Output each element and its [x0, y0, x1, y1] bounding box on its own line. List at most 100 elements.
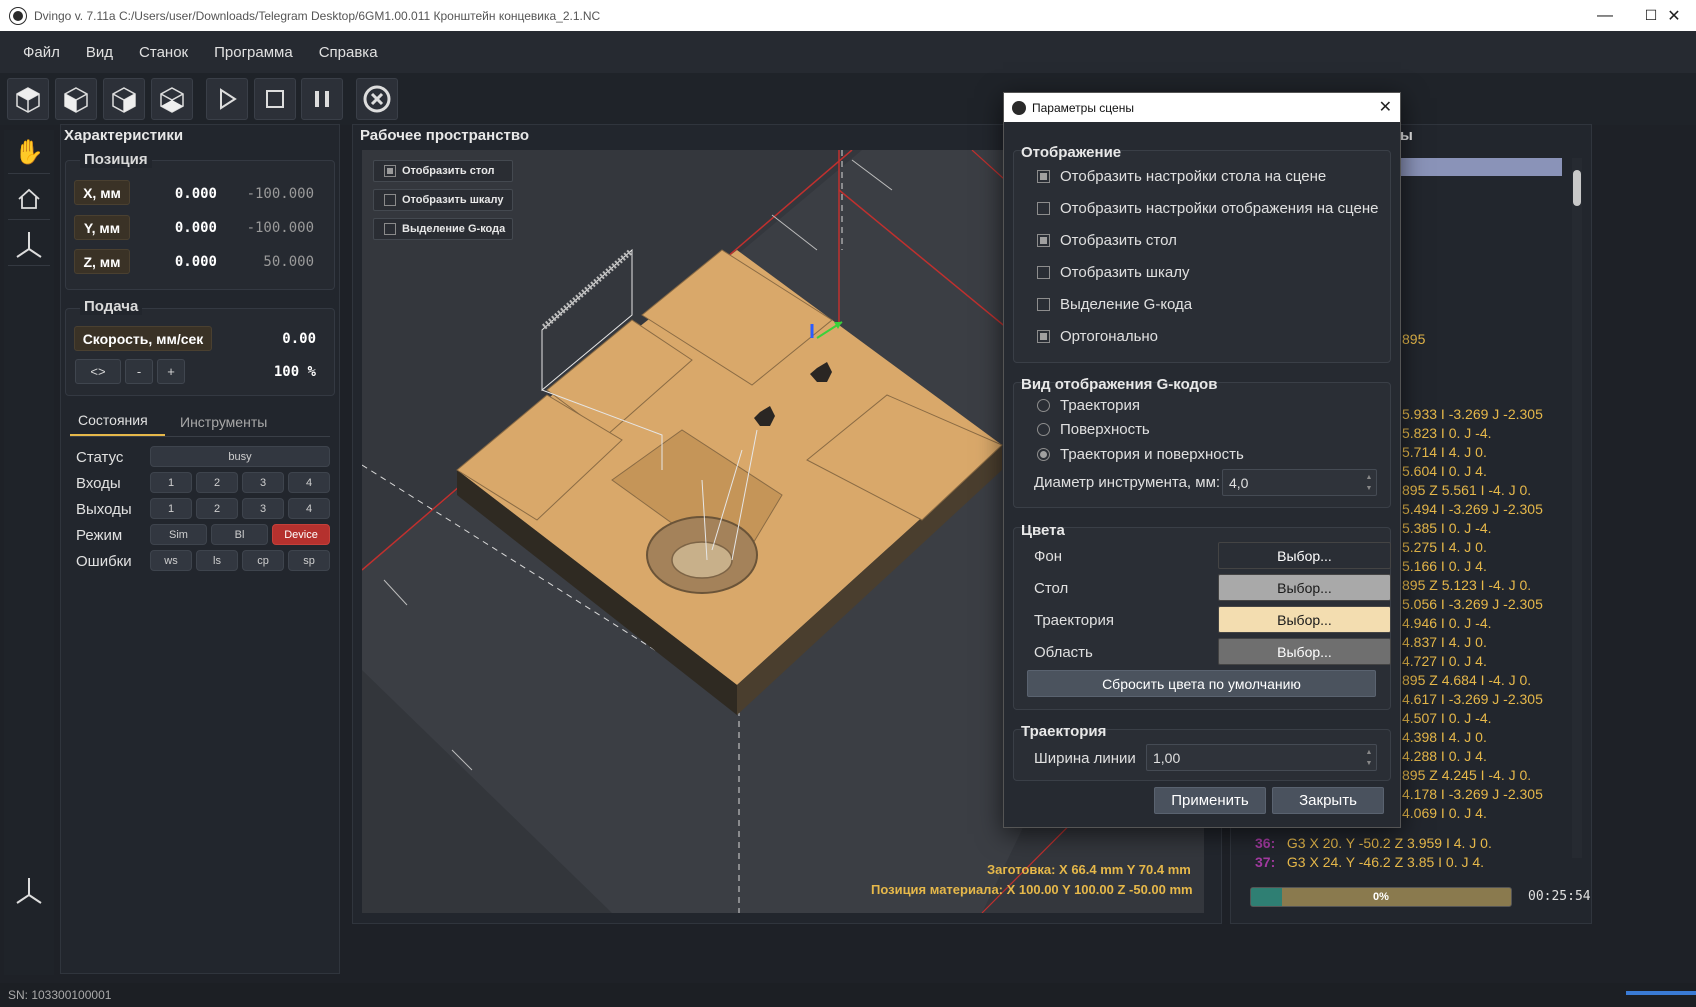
view-surface-radio[interactable]: Поверхность: [1037, 421, 1150, 438]
z-position-value: 0.000: [174, 254, 217, 270]
view-trajectory-radio[interactable]: Траектория: [1037, 397, 1140, 414]
stop-icon: [266, 90, 284, 108]
feed-decrease-button[interactable]: -: [125, 359, 153, 384]
gcode-line[interactable]: 4.069 I 0. J 4.: [1402, 805, 1487, 821]
mode-sim-button[interactable]: Sim: [150, 524, 207, 545]
gcode-line[interactable]: 5.056 I -3.269 J -2.305: [1402, 596, 1543, 612]
apply-button[interactable]: Применить: [1154, 787, 1266, 814]
output-1-indicator: 1: [150, 498, 192, 519]
color-background-button[interactable]: Выбор...: [1218, 542, 1391, 569]
spin-arrows-icon[interactable]: ▲ ▼: [1364, 747, 1374, 769]
gcode-line[interactable]: 5.823 I 0. J -4.: [1402, 425, 1492, 441]
gcode-line[interactable]: 5.494 I -3.269 J -2.305: [1402, 501, 1543, 517]
color-area-button[interactable]: Выбор...: [1218, 638, 1391, 665]
gcode-scrollbar[interactable]: [1572, 158, 1582, 858]
gcode-line[interactable]: 4.617 I -3.269 J -2.305: [1402, 691, 1543, 707]
spin-arrows-icon[interactable]: ▲ ▼: [1364, 472, 1374, 494]
color-trajectory-button[interactable]: Выбор...: [1218, 606, 1391, 633]
gcode-line[interactable]: 4.288 I 0. J 4.: [1402, 748, 1487, 764]
home-button[interactable]: [8, 178, 50, 220]
feed-reset-button[interactable]: <>: [75, 359, 121, 384]
feed-increase-button[interactable]: +: [157, 359, 185, 384]
mode-bl-button[interactable]: Bl: [211, 524, 268, 545]
gcode-line[interactable]: 5.933 I -3.269 J -2.305: [1402, 406, 1543, 422]
menu-machine[interactable]: Станок: [126, 44, 201, 61]
show-display-settings-checkbox[interactable]: Отобразить настройки отображения на сцен…: [1037, 200, 1378, 217]
gcode-line[interactable]: 895: [1402, 331, 1425, 347]
menu-program[interactable]: Программа: [201, 44, 306, 61]
dialog-close-icon[interactable]: ✕: [1379, 97, 1392, 117]
gcode-line[interactable]: 895 Z 4.684 I -4. J 0.: [1402, 672, 1531, 688]
checkbox-icon: [384, 165, 396, 177]
gcode-line[interactable]: 895 Z 5.123 I -4. J 0.: [1402, 577, 1531, 593]
gcode-line[interactable]: 5.275 I 4. J 0.: [1402, 539, 1487, 555]
gcode-view-title: Вид отображения G-кодов: [1021, 376, 1218, 393]
show-scale-checkbox[interactable]: Отобразить шкалу: [1037, 264, 1189, 281]
workspace-title: Рабочее пространство: [360, 127, 530, 144]
view-top-button[interactable]: [151, 78, 193, 120]
dialog-title: Параметры сцены: [1032, 100, 1134, 115]
status-badge: busy: [150, 446, 330, 467]
origin-axes-button[interactable]: [8, 870, 50, 912]
pan-button[interactable]: ✋: [8, 132, 50, 174]
gcode-line[interactable]: 4.507 I 0. J -4.: [1402, 710, 1492, 726]
ws-show-scale-toggle[interactable]: Отобразить шкалу: [373, 189, 513, 211]
stop-button[interactable]: [254, 78, 296, 120]
toolbar: [0, 73, 1696, 125]
y-machine-value: -100.000: [246, 220, 314, 236]
view-front-button[interactable]: [55, 78, 97, 120]
axes-button[interactable]: [8, 224, 50, 266]
ws-show-table-toggle[interactable]: Отобразить стол: [373, 160, 513, 182]
mode-device-button[interactable]: Device: [272, 524, 330, 545]
line-width-input[interactable]: 1,00 ▲ ▼: [1146, 744, 1377, 771]
gcode-highlight-checkbox[interactable]: Выделение G-кода: [1037, 296, 1192, 313]
gcode-scrollbar-thumb[interactable]: [1573, 170, 1581, 206]
reset-colors-button[interactable]: Сбросить цвета по умолчанию: [1027, 670, 1376, 697]
view-iso-button[interactable]: [7, 78, 49, 120]
x-axis-label: X, мм: [74, 180, 130, 205]
view-trajectory-surface-radio[interactable]: Траектория и поверхность: [1037, 446, 1244, 463]
gcode-selected-line[interactable]: [1400, 158, 1562, 176]
menu-help[interactable]: Справка: [306, 44, 391, 61]
gcode-line[interactable]: 5.385 I 0. J -4.: [1402, 520, 1492, 536]
gcode-line[interactable]: 5.714 I 4. J 0.: [1402, 444, 1487, 460]
gcode-line[interactable]: 4.837 I 4. J 0.: [1402, 634, 1487, 650]
gcode-line[interactable]: 5.604 I 0. J 4.: [1402, 463, 1487, 479]
title-bar: Dvingo v. 7.11a C:/Users/user/Downloads/…: [0, 0, 1696, 31]
tab-states[interactable]: Состояния: [78, 412, 148, 428]
gcode-line[interactable]: 895 Z 4.245 I -4. J 0.: [1402, 767, 1531, 783]
gcode-line[interactable]: 5.166 I 0. J 4.: [1402, 558, 1487, 574]
menu-view[interactable]: Вид: [73, 44, 126, 61]
cancel-button[interactable]: [356, 78, 398, 120]
home-icon: [18, 188, 40, 209]
dialog-close-button[interactable]: Закрыть: [1272, 787, 1384, 814]
tab-tools[interactable]: Инструменты: [180, 414, 267, 430]
gcode-line-36[interactable]: 36: G3 X 20. Y -50.2 Z 3.959 I 4. J 0.: [1255, 835, 1492, 851]
show-table-settings-checkbox[interactable]: Отобразить настройки стола на сцене: [1037, 168, 1326, 185]
play-button[interactable]: [206, 78, 248, 120]
gcode-line[interactable]: 4.398 I 4. J 0.: [1402, 729, 1487, 745]
show-table-checkbox[interactable]: Отобразить стол: [1037, 232, 1177, 249]
app-window: Dvingo v. 7.11a C:/Users/user/Downloads/…: [0, 0, 1696, 1007]
trajectory-section-title: Траектория: [1021, 723, 1107, 740]
color-table-button[interactable]: Выбор...: [1218, 574, 1391, 601]
error-ls-indicator: ls: [196, 550, 238, 571]
tool-diameter-label: Диаметр инструмента, мм:: [1034, 474, 1221, 491]
ws-gcode-highlight-toggle[interactable]: Выделение G-кода: [373, 218, 513, 240]
tab-divider: [70, 436, 330, 437]
tool-diameter-input[interactable]: 4,0 ▲ ▼: [1222, 469, 1377, 496]
feed-title: Подача: [80, 298, 143, 315]
gcode-line-37[interactable]: 37: G3 X 24. Y -46.2 Z 3.85 I 0. J 4.: [1255, 854, 1484, 870]
minimize-button[interactable]: —: [1582, 0, 1628, 31]
gcode-line[interactable]: 4.946 I 0. J -4.: [1402, 615, 1492, 631]
color-table-label: Стол: [1034, 580, 1069, 597]
orthogonal-checkbox[interactable]: Ортогонально: [1037, 328, 1158, 345]
pause-button[interactable]: [301, 78, 343, 120]
gcode-line[interactable]: 895 Z 5.561 I -4. J 0.: [1402, 482, 1531, 498]
view-side-button[interactable]: [103, 78, 145, 120]
close-window-button[interactable]: ✕: [1652, 0, 1696, 31]
menu-file[interactable]: Файл: [10, 44, 73, 61]
gcode-line[interactable]: 4.727 I 0. J 4.: [1402, 653, 1487, 669]
gcode-line[interactable]: 4.178 I -3.269 J -2.305: [1402, 786, 1543, 802]
activity-indicator: [1626, 991, 1696, 995]
